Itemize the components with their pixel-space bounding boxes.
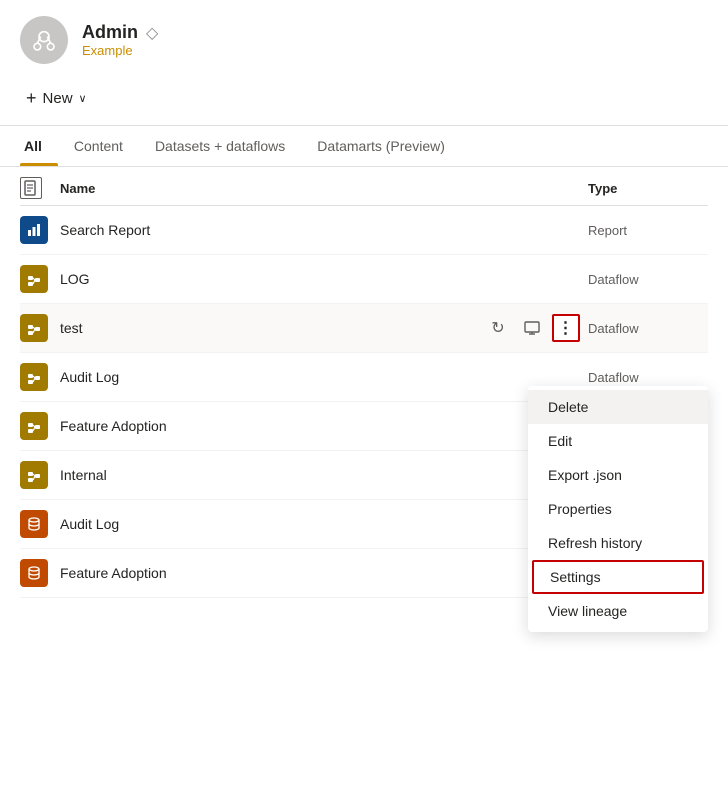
avatar bbox=[20, 16, 68, 64]
dataflow-icon bbox=[20, 461, 48, 489]
header-icon-col bbox=[20, 177, 60, 199]
tab-datasets[interactable]: Datasets + dataflows bbox=[139, 126, 301, 166]
refresh-icon[interactable]: ↻ bbox=[484, 314, 512, 342]
item-name: Audit Log bbox=[60, 369, 588, 385]
item-name: Audit Log bbox=[60, 516, 588, 532]
item-name: Internal bbox=[60, 467, 588, 483]
diamond-icon: ◇ bbox=[146, 23, 158, 43]
toolbar: + New ∨ bbox=[0, 76, 728, 126]
item-name: test bbox=[60, 320, 484, 336]
content-table: Name Type Search Report Report bbox=[0, 167, 728, 598]
row-icon bbox=[20, 216, 60, 244]
menu-item-refresh[interactable]: Refresh history bbox=[528, 526, 708, 560]
row-icon bbox=[20, 314, 60, 342]
tab-content[interactable]: Content bbox=[58, 126, 139, 166]
item-type: Dataflow bbox=[588, 321, 708, 336]
item-name: LOG bbox=[60, 271, 588, 287]
item-type: Dataflow bbox=[588, 370, 708, 385]
tab-datamarts[interactable]: Datamarts (Preview) bbox=[301, 126, 461, 166]
type-column-header: Type bbox=[588, 181, 708, 196]
tab-all[interactable]: All bbox=[20, 126, 58, 166]
menu-item-edit[interactable]: Edit bbox=[528, 424, 708, 458]
chevron-down-icon: ∨ bbox=[79, 92, 87, 105]
item-name: Feature Adoption bbox=[60, 565, 588, 581]
dataflow-icon bbox=[20, 265, 48, 293]
monitor-icon[interactable] bbox=[518, 314, 546, 342]
name-column-header: Name bbox=[60, 181, 588, 196]
report-icon bbox=[20, 216, 48, 244]
plus-icon: + bbox=[26, 88, 37, 109]
more-options-button[interactable]: ⋮ bbox=[552, 314, 580, 342]
table-row[interactable]: test ↻ ⋮ Dataflow Delete Edit Export .js… bbox=[20, 304, 708, 353]
database-icon bbox=[20, 559, 48, 587]
table-row[interactable]: LOG Dataflow bbox=[20, 255, 708, 304]
item-name: Search Report bbox=[60, 222, 588, 238]
menu-item-export[interactable]: Export .json bbox=[528, 458, 708, 492]
menu-item-properties[interactable]: Properties bbox=[528, 492, 708, 526]
item-name: Feature Adoption bbox=[60, 418, 588, 434]
item-type: Report bbox=[588, 223, 708, 238]
table-header: Name Type bbox=[20, 167, 708, 206]
row-actions: ↻ ⋮ bbox=[484, 314, 580, 342]
dataflow-icon bbox=[20, 412, 48, 440]
header-info: Admin ◇ Example bbox=[82, 22, 158, 58]
row-icon bbox=[20, 510, 60, 538]
menu-item-settings[interactable]: Settings bbox=[532, 560, 704, 594]
table-row[interactable]: Search Report Report bbox=[20, 206, 708, 255]
dataflow-icon bbox=[20, 314, 48, 342]
row-icon bbox=[20, 559, 60, 587]
row-icon bbox=[20, 363, 60, 391]
workspace-subtitle: Example bbox=[82, 43, 158, 58]
new-label: New bbox=[43, 90, 73, 107]
row-icon bbox=[20, 461, 60, 489]
workspace-header: Admin ◇ Example bbox=[0, 0, 728, 76]
new-button[interactable]: + New ∨ bbox=[20, 84, 93, 113]
doc-icon bbox=[20, 177, 42, 199]
database-icon bbox=[20, 510, 48, 538]
row-icon bbox=[20, 412, 60, 440]
menu-item-lineage[interactable]: View lineage bbox=[528, 594, 708, 628]
row-icon bbox=[20, 265, 60, 293]
dataflow-icon bbox=[20, 363, 48, 391]
item-type: Dataflow bbox=[588, 272, 708, 287]
tab-bar: All Content Datasets + dataflows Datamar… bbox=[0, 126, 728, 167]
menu-item-delete[interactable]: Delete bbox=[528, 390, 708, 424]
workspace-name: Admin bbox=[82, 22, 138, 43]
context-menu: Delete Edit Export .json Properties Refr… bbox=[528, 386, 708, 632]
